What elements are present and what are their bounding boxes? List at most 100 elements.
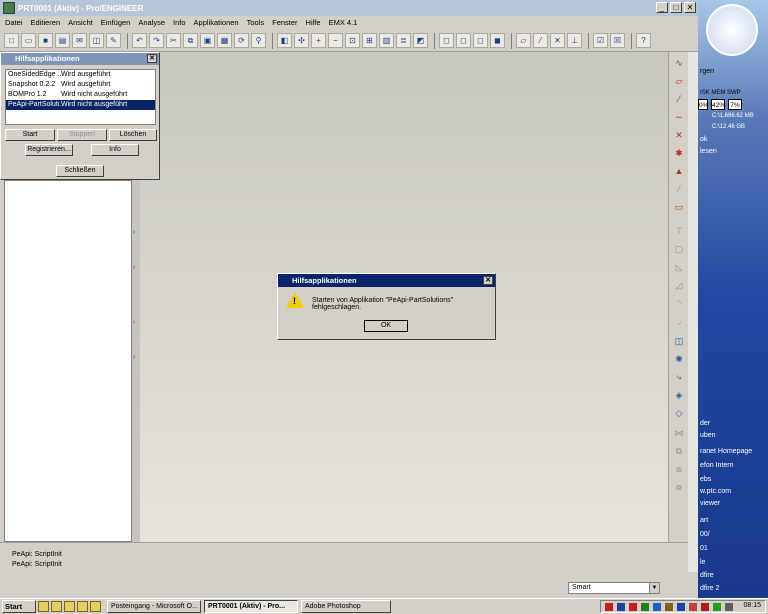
- selection-filter-select[interactable]: Smart ▼: [568, 582, 660, 594]
- zoom-in-icon[interactable]: +: [311, 33, 326, 48]
- sidebar-link[interactable]: le: [700, 559, 705, 566]
- menu-ansicht[interactable]: Ansicht: [68, 18, 93, 27]
- tray-icon[interactable]: [641, 603, 649, 611]
- tray-icon[interactable]: [617, 603, 625, 611]
- datum-points-icon[interactable]: ✕: [550, 33, 565, 48]
- paste-icon[interactable]: ▣: [200, 33, 215, 48]
- sidebar-link[interactable]: dfire 2: [700, 585, 719, 592]
- reorient-icon[interactable]: ⊞: [362, 33, 377, 48]
- menu-analyse[interactable]: Analyse: [138, 18, 165, 27]
- annotation-tool-icon[interactable]: ▭: [671, 202, 687, 217]
- delete-button[interactable]: Löschen: [109, 129, 157, 141]
- tray-icon[interactable]: [605, 603, 613, 611]
- find-icon[interactable]: ⚲: [251, 33, 266, 48]
- coord-sys-icon[interactable]: ⊥: [567, 33, 582, 48]
- list-item[interactable]: Snapshot 0.2.2 Wird ausgeführt: [6, 80, 155, 90]
- edit-icon[interactable]: ✎: [106, 33, 121, 48]
- repaint-icon[interactable]: ◧: [277, 33, 292, 48]
- copy-icon[interactable]: ⧉: [183, 33, 198, 48]
- mail-icon[interactable]: ✉: [72, 33, 87, 48]
- sidebar-link[interactable]: 01: [700, 545, 708, 552]
- datum-planes-icon[interactable]: ▱: [516, 33, 531, 48]
- tray-icon[interactable]: [665, 603, 673, 611]
- quicklaunch-ie-icon[interactable]: [51, 601, 62, 612]
- sash-arrow-icon[interactable]: ›: [133, 354, 135, 361]
- datum-curve-tool-icon[interactable]: ∼: [671, 112, 687, 127]
- tray-icon[interactable]: [689, 603, 697, 611]
- tray-icon[interactable]: [725, 603, 733, 611]
- quicklaunch-app-icon[interactable]: [77, 601, 88, 612]
- tray-icon[interactable]: [629, 603, 637, 611]
- sidebar-link[interactable]: viewer: [700, 500, 720, 507]
- info-button[interactable]: Info: [91, 144, 139, 156]
- select-filter-icon[interactable]: ☑: [593, 33, 608, 48]
- quicklaunch-desktop-icon[interactable]: [38, 601, 49, 612]
- menu-fenster[interactable]: Fenster: [272, 18, 297, 27]
- tray-icon[interactable]: [653, 603, 661, 611]
- open-folder-icon[interactable]: ▭: [21, 33, 36, 48]
- close-dialog-button[interactable]: Schließen: [56, 165, 104, 177]
- model-setup-icon[interactable]: ◩: [413, 33, 428, 48]
- menu-info[interactable]: Info: [173, 18, 186, 27]
- blend-tool-icon[interactable]: ◈: [671, 390, 687, 405]
- quicklaunch-app-icon[interactable]: [90, 601, 101, 612]
- datum-axes-icon[interactable]: ⁄: [533, 33, 548, 48]
- menu-editieren[interactable]: Editieren: [31, 18, 61, 27]
- quicklaunch-outlook-icon[interactable]: [64, 601, 75, 612]
- sidebar-link[interactable]: ranet Homepage: [700, 448, 752, 455]
- cut-icon[interactable]: ✂: [166, 33, 181, 48]
- refit-icon[interactable]: ⊡: [345, 33, 360, 48]
- boundary-tool-icon[interactable]: ◇: [671, 408, 687, 423]
- list-item-selected[interactable]: PeApi-PartSoluti... Wird nicht ausgeführt: [6, 100, 155, 110]
- layers-icon[interactable]: ≣: [396, 33, 411, 48]
- sketch-icon[interactable]: ∿: [671, 58, 687, 73]
- list-item[interactable]: OneSidedEdge ... Wird ausgeführt: [6, 70, 155, 80]
- vertical-scrollbar[interactable]: [688, 52, 698, 572]
- wireframe-icon[interactable]: ◻: [439, 33, 454, 48]
- context-help-icon[interactable]: ?: [636, 33, 651, 48]
- register-button[interactable]: Registrieren...: [25, 144, 73, 156]
- menu-tools[interactable]: Tools: [247, 18, 265, 27]
- tray-icon[interactable]: [701, 603, 709, 611]
- menu-emx[interactable]: EMX 4.1: [329, 18, 358, 27]
- menu-einfuegen[interactable]: Einfügen: [101, 18, 131, 27]
- close-button[interactable]: ✕: [684, 2, 696, 13]
- revolve-tool-icon[interactable]: ✺: [671, 354, 687, 369]
- taskbar-item-outlook[interactable]: Posteingang - Microsoft O...: [107, 600, 201, 613]
- datum-point-tool-icon[interactable]: ✕: [671, 130, 687, 145]
- paste-special-icon[interactable]: ▦: [217, 33, 232, 48]
- analysis-tool-icon[interactable]: ▲: [671, 166, 687, 181]
- sidebar-link[interactable]: w.ptc.com: [700, 488, 731, 495]
- datum-plane-tool-icon[interactable]: ▱: [671, 76, 687, 91]
- list-item[interactable]: BOMPro 1.2 Wird nicht ausgeführt: [6, 90, 155, 100]
- spin-center-icon[interactable]: ✣: [294, 33, 309, 48]
- close-window-icon[interactable]: ☒: [610, 33, 625, 48]
- aux-apps-close-button[interactable]: ✕: [147, 54, 157, 63]
- sidebar-link[interactable]: 00/: [700, 531, 710, 538]
- sidebar-link[interactable]: art: [700, 517, 708, 524]
- zoom-out-icon[interactable]: −: [328, 33, 343, 48]
- chevron-down-icon[interactable]: ▼: [649, 583, 659, 593]
- sash-arrow-icon[interactable]: ‹: [133, 229, 135, 236]
- menu-applikationen[interactable]: Applikationen: [194, 18, 239, 27]
- error-dialog-close-button[interactable]: ✕: [483, 276, 493, 285]
- datum-axis-tool-icon[interactable]: ⁄: [671, 94, 687, 109]
- save-icon[interactable]: ■: [38, 33, 53, 48]
- copy-window-icon[interactable]: ◫: [89, 33, 104, 48]
- maximize-button[interactable]: □: [670, 2, 682, 13]
- sash-arrow-icon[interactable]: ›: [133, 264, 135, 271]
- tray-icon[interactable]: [677, 603, 685, 611]
- extrude-tool-icon[interactable]: ◫: [671, 336, 687, 351]
- shading-icon[interactable]: ◼: [490, 33, 505, 48]
- minimize-button[interactable]: _: [656, 2, 668, 13]
- saved-views-icon[interactable]: ▥: [379, 33, 394, 48]
- sash-arrow-icon[interactable]: ‹: [133, 319, 135, 326]
- sidebar-link[interactable]: ebs: [700, 476, 711, 483]
- sidebar-link[interactable]: dfire: [700, 572, 714, 579]
- model-tree-area[interactable]: [4, 180, 132, 542]
- new-file-icon[interactable]: □: [4, 33, 19, 48]
- ok-button[interactable]: OK: [364, 320, 408, 332]
- menu-datei[interactable]: Datei: [5, 18, 23, 27]
- regenerate-icon[interactable]: ⟳: [234, 33, 249, 48]
- print-icon[interactable]: ▤: [55, 33, 70, 48]
